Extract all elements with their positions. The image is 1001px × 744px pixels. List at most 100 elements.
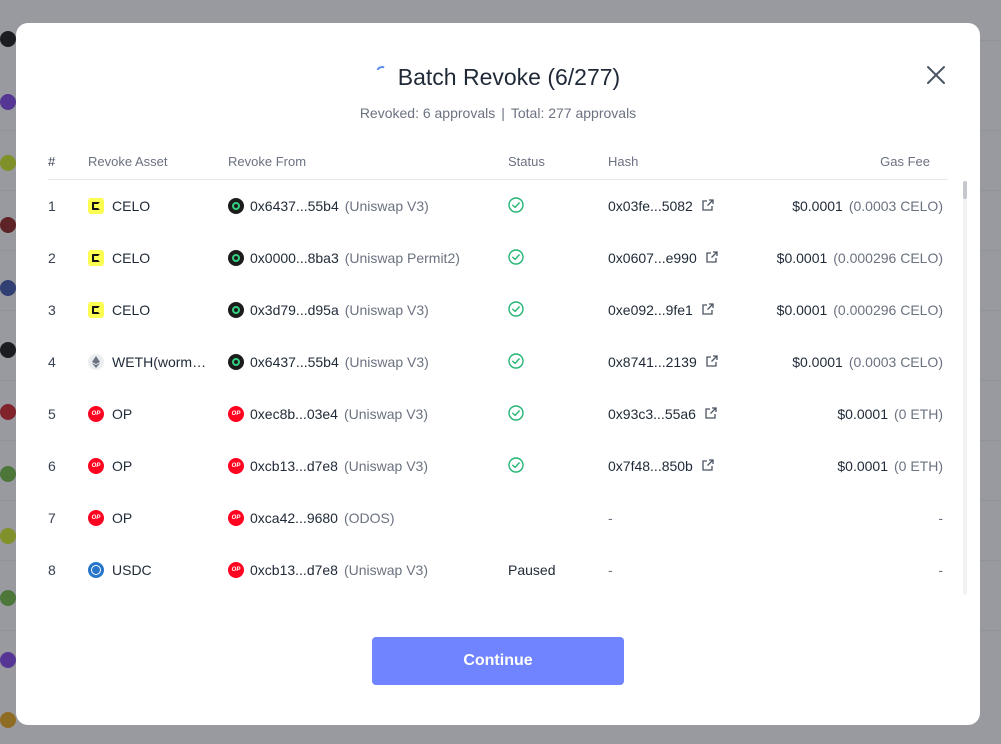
gas-fee-cell: -: [748, 510, 943, 526]
row-index: 8: [48, 562, 56, 578]
external-link-icon[interactable]: [705, 354, 719, 371]
success-check-icon: [508, 196, 524, 213]
header-gas-fee: Gas Fee: [880, 153, 930, 169]
gas-fee-cell: $0.0001 (0 ETH): [748, 406, 943, 422]
success-check-icon: [508, 248, 524, 265]
gas-fee-cell: $0.0001 (0.000296 CELO): [748, 250, 943, 266]
spender-address[interactable]: 0x6437...55b4: [250, 354, 339, 370]
row-index: 3: [48, 302, 56, 318]
spender-address[interactable]: 0xcb13...d7e8: [250, 562, 338, 578]
gas-fee-usd: $0.0001: [776, 250, 828, 266]
revoke-from-cell: OP 0xca42...9680 (ODOS): [228, 510, 508, 526]
header-status: Status: [508, 153, 545, 169]
asset-name: OP: [112, 510, 133, 526]
spender-name: (Uniswap V3): [343, 458, 428, 474]
status-cell: [508, 404, 608, 424]
gas-empty: -: [938, 562, 943, 578]
spender-address[interactable]: 0xca42...9680: [250, 510, 338, 526]
table-scrollbar[interactable]: [963, 181, 967, 595]
progress-summary: Revoked: 6 approvals | Total: 277 approv…: [16, 105, 980, 121]
revoke-asset-cell: CELO: [88, 250, 228, 266]
asset-name: USDC: [112, 562, 152, 578]
tx-hash-link[interactable]: 0xe092...9fe1: [608, 302, 693, 318]
gas-fee-usd: $0.0001: [776, 302, 828, 318]
asset-name: OP: [112, 406, 133, 422]
gas-fee-usd: $0.0001: [792, 198, 843, 214]
hash-empty: -: [608, 510, 613, 526]
uniswap-celo-icon: [228, 354, 244, 370]
revoke-from-cell: 0x6437...55b4 (Uniswap V3): [228, 198, 508, 214]
revoke-asset-cell: CELO: [88, 302, 228, 318]
hash-cell: 0x93c3...55a6: [608, 406, 748, 423]
spender-address[interactable]: 0x0000...8ba3: [250, 250, 339, 266]
weth-token-icon: [88, 354, 104, 370]
external-link-icon[interactable]: [704, 406, 718, 423]
revoke-from-cell: OP 0xec8b...03e4 (Uniswap V3): [228, 406, 508, 422]
revoke-from-cell: OP 0xcb13...d7e8 (Uniswap V3): [228, 458, 508, 474]
table-row: 2 CELO 0x0000...8ba3 (Uniswap Permit2) 0x060…: [48, 232, 948, 284]
gas-fee-native: (0.000296 CELO): [833, 250, 943, 266]
gas-fee-cell: $0.0001 (0 ETH): [748, 458, 943, 474]
status-cell: [508, 300, 608, 320]
revoke-from-cell: 0x6437...55b4 (Uniswap V3): [228, 354, 508, 370]
hash-cell: -: [608, 510, 748, 526]
spender-address[interactable]: 0xcb13...d7e8: [250, 458, 338, 474]
gas-fee-cell: -: [748, 562, 943, 578]
spender-name: (Uniswap V3): [343, 562, 428, 578]
celo-token-icon: [88, 250, 104, 266]
spender-name: (Uniswap Permit2): [344, 250, 460, 266]
status-cell: Paused: [508, 562, 608, 578]
close-button[interactable]: [924, 63, 948, 87]
revoked-count: Revoked: 6 approvals: [359, 105, 496, 121]
revoke-asset-cell: USDC: [88, 562, 228, 578]
hash-cell: 0x7f48...850b: [608, 458, 748, 475]
op-token-icon: OP: [228, 510, 244, 526]
usdc-token-icon: [88, 562, 104, 578]
summary-separator: |: [501, 105, 505, 121]
external-link-icon[interactable]: [701, 198, 715, 215]
external-link-icon[interactable]: [701, 302, 715, 319]
revoke-asset-cell: CELO: [88, 198, 228, 214]
revoke-from-cell: 0x3d79...d95a (Uniswap V3): [228, 302, 508, 318]
scrollbar-thumb[interactable]: [963, 181, 967, 199]
celo-token-icon: [88, 302, 104, 318]
tx-hash-link[interactable]: 0x0607...e990: [608, 250, 697, 266]
success-check-icon: [508, 352, 524, 369]
celo-token-icon: [88, 198, 104, 214]
batch-revoke-modal: Batch Revoke (6/277) Revoked: 6 approval…: [16, 23, 980, 725]
spender-name: (Uniswap V3): [344, 354, 429, 370]
row-index: 1: [48, 198, 56, 214]
uniswap-celo-icon: [228, 250, 244, 266]
revoke-from-cell: OP 0xcb13...d7e8 (Uniswap V3): [228, 562, 508, 578]
row-index: 6: [48, 458, 56, 474]
external-link-icon[interactable]: [705, 250, 719, 267]
status-text: Paused: [508, 562, 556, 578]
tx-hash-link[interactable]: 0x03fe...5082: [608, 198, 693, 214]
spender-address[interactable]: 0x3d79...d95a: [250, 302, 339, 318]
gas-empty: -: [938, 510, 943, 526]
op-token-icon: OP: [88, 458, 104, 474]
close-icon: [927, 66, 945, 84]
continue-button[interactable]: Continue: [372, 637, 624, 685]
tx-hash-link[interactable]: 0x7f48...850b: [608, 458, 693, 474]
tx-hash-link[interactable]: 0x8741...2139: [608, 354, 697, 370]
table-row: 3 CELO 0x3d79...d95a (Uniswap V3) 0xe092...9…: [48, 284, 948, 336]
row-index: 5: [48, 406, 56, 422]
success-check-icon: [508, 300, 524, 317]
gas-fee-cell: $0.0001 (0.0003 CELO): [748, 354, 943, 370]
spender-address[interactable]: 0xec8b...03e4: [250, 406, 338, 422]
asset-name: OP: [112, 458, 133, 474]
tx-hash-link[interactable]: 0x93c3...55a6: [608, 406, 696, 422]
revoke-asset-cell: WETH(wormh...: [88, 354, 228, 370]
external-link-icon[interactable]: [701, 458, 715, 475]
asset-name: CELO: [112, 302, 151, 318]
success-check-icon: [508, 404, 524, 421]
uniswap-celo-icon: [228, 198, 244, 214]
spender-address[interactable]: 0x6437...55b4: [250, 198, 339, 214]
table-row: 1 CELO 0x6437...55b4 (Uniswap V3) 0x03fe...5…: [48, 180, 948, 232]
gas-fee-usd: $0.0001: [837, 406, 888, 422]
hash-cell: 0x0607...e990: [608, 250, 748, 267]
spender-name: (Uniswap V3): [344, 198, 429, 214]
hash-cell: 0xe092...9fe1: [608, 302, 748, 319]
op-token-icon: OP: [88, 406, 104, 422]
